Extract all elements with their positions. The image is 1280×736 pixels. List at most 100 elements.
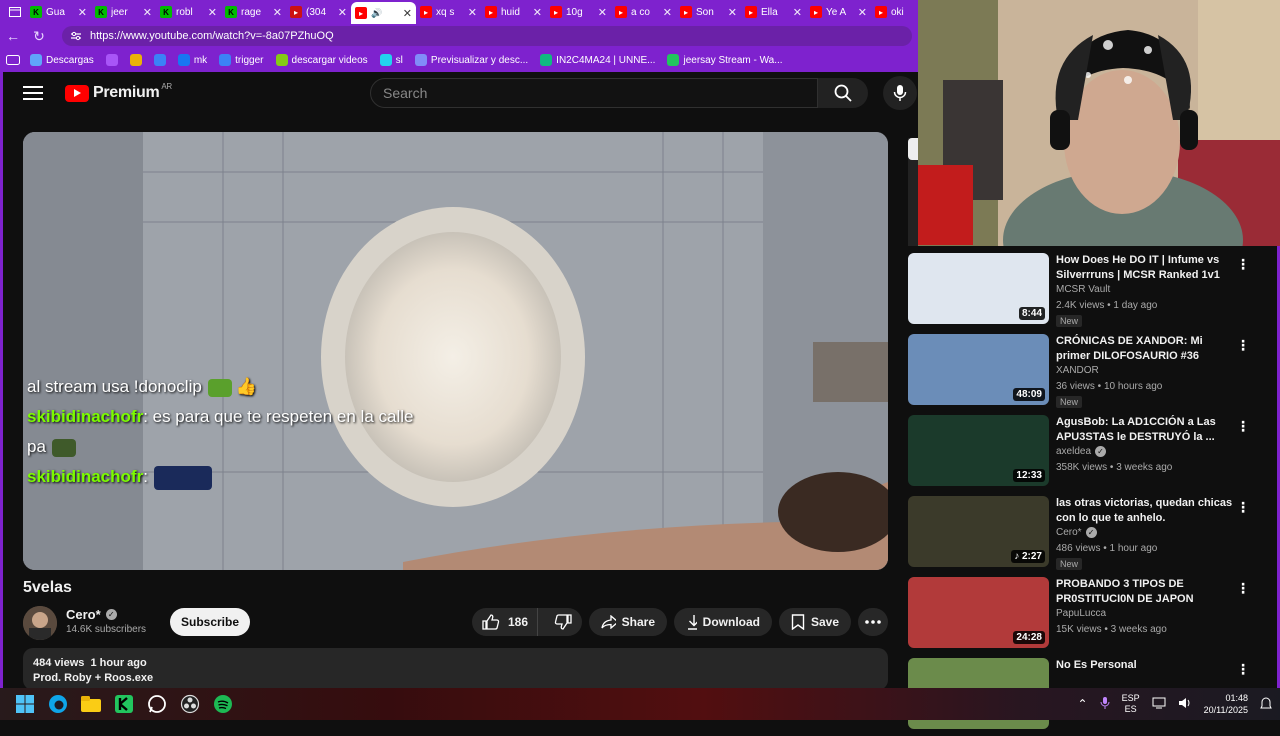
- reading-list-icon[interactable]: [6, 55, 20, 65]
- more-vertical-icon[interactable]: ⋮: [1236, 580, 1250, 597]
- window-menu-icon[interactable]: [4, 2, 26, 22]
- recommended-video[interactable]: 8:44 How Does He DO IT | Infume vs Silver…: [908, 250, 1250, 331]
- close-tab-icon[interactable]: ✕: [728, 6, 737, 19]
- save-button[interactable]: Save: [779, 608, 851, 636]
- microphone-tray-icon[interactable]: [1100, 696, 1110, 712]
- video-player[interactable]: al stream usa !donoclip 👍 skibidinachofr: …: [23, 132, 888, 570]
- language-indicator[interactable]: ESP ES: [1122, 693, 1140, 715]
- recommended-channel[interactable]: XANDOR: [1056, 365, 1099, 376]
- video-thumbnail[interactable]: 8:44: [908, 253, 1049, 324]
- bookmark-item[interactable]: sl: [379, 54, 403, 66]
- start-icon[interactable]: [10, 690, 40, 718]
- subscribe-button[interactable]: Subscribe: [170, 608, 250, 636]
- bookmark-item[interactable]: mk: [177, 54, 207, 66]
- back-icon[interactable]: ←: [0, 28, 26, 44]
- bookmark-item[interactable]: jeersay Stream - Wa...: [667, 54, 783, 66]
- bookmark-item[interactable]: trigger: [219, 54, 264, 66]
- browser-tab[interactable]: ▸ xq s ✕: [416, 2, 481, 22]
- close-tab-icon[interactable]: ✕: [598, 6, 607, 19]
- close-tab-icon[interactable]: ✕: [663, 6, 672, 19]
- more-actions-button[interactable]: [858, 608, 888, 636]
- description-box[interactable]: 484 views 1 hour ago Prod. Roby + Roos.e…: [23, 648, 888, 690]
- close-tab-icon[interactable]: ✕: [338, 6, 347, 19]
- video-thumbnail[interactable]: 48:09: [908, 334, 1049, 405]
- audio-playing-icon[interactable]: 🔊: [371, 8, 382, 19]
- recommended-video[interactable]: 24:28 PROBANDO 3 TIPOS DE PR0STITUCI0N DE…: [908, 574, 1250, 655]
- recommended-title[interactable]: AgusBob: La AD1CCIÓN a Las APU3STAS le D…: [1056, 415, 1236, 445]
- video-thumbnail[interactable]: 24:28: [908, 577, 1049, 648]
- recommended-video[interactable]: ♪ 2:27 las otras victorias, quedan chicas…: [908, 493, 1250, 574]
- browser-tab[interactable]: K Gua ✕: [26, 2, 91, 22]
- bookmark-item[interactable]: [105, 54, 118, 66]
- dislike-button[interactable]: [544, 614, 582, 630]
- close-tab-icon[interactable]: ✕: [468, 6, 477, 19]
- close-tab-icon[interactable]: ✕: [208, 6, 217, 19]
- youtube-premium-logo[interactable]: Premium AR: [65, 82, 172, 102]
- channel-avatar[interactable]: [23, 606, 57, 640]
- browser-tab[interactable]: Krage ✕: [221, 2, 286, 22]
- spotify-icon[interactable]: [208, 690, 238, 718]
- bookmark-item[interactable]: Descargas: [30, 54, 94, 66]
- bookmark-item[interactable]: [153, 54, 166, 66]
- network-icon[interactable]: [1152, 697, 1166, 711]
- hamburger-menu-icon[interactable]: [23, 86, 43, 100]
- bookmark-item[interactable]: IN2C4MA24 | UNNE...: [540, 54, 655, 66]
- recommended-channel[interactable]: MCSR Vault: [1056, 284, 1110, 295]
- recommended-video[interactable]: 12:33 AgusBob: La AD1CCIÓN a Las APU3STAS…: [908, 412, 1250, 493]
- close-tab-icon[interactable]: ✕: [273, 6, 282, 19]
- like-button[interactable]: 186: [472, 608, 539, 636]
- close-tab-icon[interactable]: ✕: [533, 6, 542, 19]
- browser-tab[interactable]: ▸oki✕: [871, 2, 918, 22]
- more-vertical-icon[interactable]: ⋮: [1236, 661, 1250, 678]
- file-explorer-icon[interactable]: [76, 690, 106, 718]
- reload-icon[interactable]: ↻: [26, 28, 52, 45]
- browser-tab[interactable]: Krobl ✕: [156, 2, 221, 22]
- recommended-channel[interactable]: PapuLucca: [1056, 608, 1106, 619]
- recommended-title[interactable]: How Does He DO IT | Infume vs Silverrrun…: [1056, 253, 1236, 283]
- browser-tab[interactable]: ▸ Ye A ✕: [806, 2, 871, 22]
- recommended-title[interactable]: CRÓNICAS DE XANDOR: Mi primer DILOFOSAUR…: [1056, 334, 1236, 364]
- clock[interactable]: 01:48 20/11/2025: [1204, 692, 1248, 716]
- bookmark-item[interactable]: Previsualizar y desc...: [414, 54, 528, 66]
- search-input[interactable]: Search: [370, 78, 818, 108]
- close-tab-icon[interactable]: ✕: [793, 6, 802, 19]
- recommended-channel[interactable]: Cero* ✓: [1056, 527, 1097, 538]
- share-button[interactable]: Share: [589, 608, 667, 636]
- bookmark-item[interactable]: [129, 54, 142, 66]
- edge-browser-icon[interactable]: [43, 690, 73, 718]
- recommended-title[interactable]: PROBANDO 3 TIPOS DE PR0STITUCI0N DE JAPO…: [1056, 577, 1236, 607]
- browser-tab[interactable]: ▸ Son ✕: [676, 2, 741, 22]
- browser-tab[interactable]: ▸ Ella ✕: [741, 2, 806, 22]
- close-tab-icon[interactable]: ✕: [143, 6, 152, 19]
- recommended-channel[interactable]: axeldea ✓: [1056, 446, 1107, 457]
- browser-tab[interactable]: ▸ a co ✕: [611, 2, 676, 22]
- close-tab-icon[interactable]: ✕: [403, 7, 412, 20]
- download-button[interactable]: Download: [674, 608, 772, 636]
- whatsapp-icon[interactable]: [142, 690, 172, 718]
- volume-icon[interactable]: [1178, 697, 1192, 711]
- obs-icon[interactable]: [175, 690, 205, 718]
- video-thumbnail[interactable]: 12:33: [908, 415, 1049, 486]
- close-tab-icon[interactable]: ✕: [78, 6, 87, 19]
- url-field[interactable]: https://www.youtube.com/watch?v=-8a07PZh…: [62, 26, 912, 46]
- browser-tab[interactable]: ▸ 🔊 ✕: [351, 2, 416, 24]
- kick-app-icon[interactable]: [109, 690, 139, 718]
- browser-tab[interactable]: ▸ (304 ✕: [286, 2, 351, 22]
- bookmark-item[interactable]: descargar videos: [275, 54, 368, 66]
- notification-bell-icon[interactable]: [1260, 696, 1272, 712]
- channel-name[interactable]: Cero* ✓: [66, 607, 117, 622]
- recommended-title[interactable]: No Es Personal: [1056, 658, 1236, 673]
- more-vertical-icon[interactable]: ⋮: [1236, 499, 1250, 516]
- search-button[interactable]: [818, 78, 868, 108]
- browser-tab[interactable]: ▸ huid ✕: [481, 2, 546, 22]
- more-vertical-icon[interactable]: ⋮: [1236, 418, 1250, 435]
- more-vertical-icon[interactable]: ⋮: [1236, 256, 1250, 273]
- recommended-title[interactable]: las otras victorias, quedan chicas con l…: [1056, 496, 1236, 526]
- browser-tab[interactable]: Kjeer ✕: [91, 2, 156, 22]
- video-thumbnail[interactable]: ♪ 2:27: [908, 496, 1049, 567]
- site-info-icon[interactable]: [70, 31, 82, 41]
- browser-tab[interactable]: ▸ 10g ✕: [546, 2, 611, 22]
- more-vertical-icon[interactable]: ⋮: [1236, 337, 1250, 354]
- chevron-up-icon[interactable]: ⌃: [1078, 697, 1088, 711]
- recommended-video[interactable]: 48:09 CRÓNICAS DE XANDOR: Mi primer DILOF…: [908, 331, 1250, 412]
